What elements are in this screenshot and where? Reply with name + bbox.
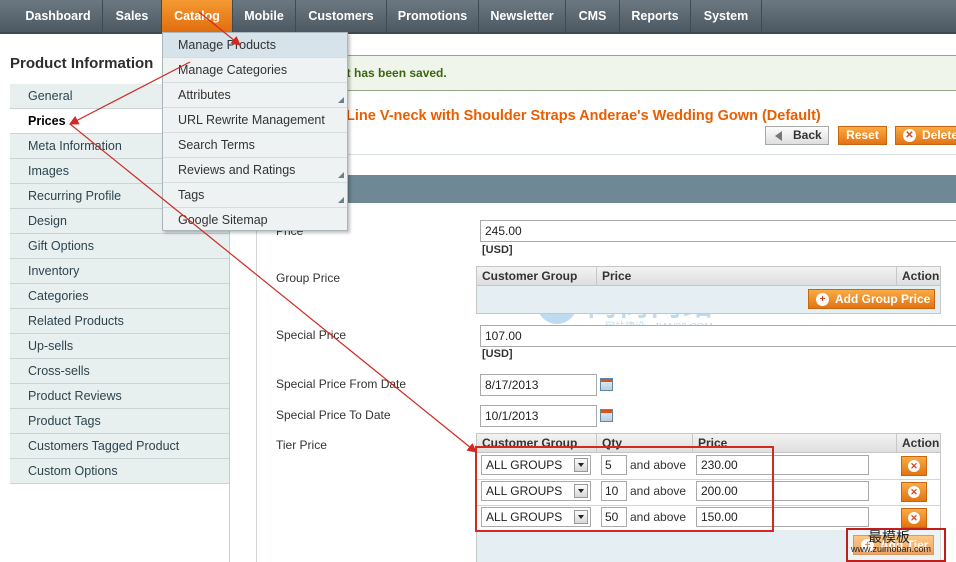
arrow-to-tier-price <box>69 123 477 453</box>
watermark-corner-url: www.zuimoban.com <box>851 544 932 554</box>
annotation-arrows <box>68 11 477 453</box>
arrow-to-prices-tab <box>68 61 191 125</box>
arrow-catalog-to-manage-products <box>198 11 241 46</box>
